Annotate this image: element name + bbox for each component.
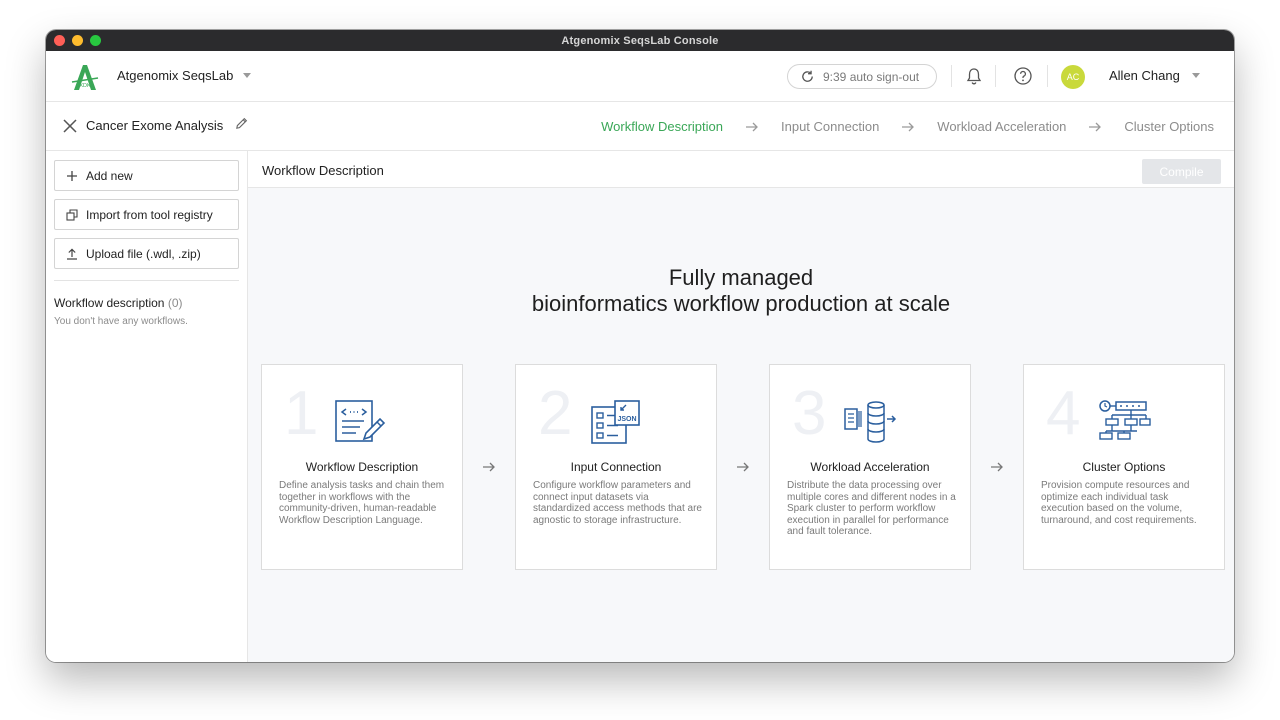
upload-file-button[interactable]: Upload file (.wdl, .zip) <box>54 238 239 269</box>
add-new-button[interactable]: Add new <box>54 160 239 191</box>
json-form-icon: JSON <box>591 400 640 444</box>
divider <box>995 65 996 87</box>
workflow-list-heading: Workflow description (0) <box>54 296 239 310</box>
window-title: Atgenomix SeqsLab Console <box>561 34 719 47</box>
project-bar: Cancer Exome Analysis Workflow Descripti… <box>46 102 1234 151</box>
step-workflow-description[interactable]: Workflow Description <box>601 119 723 134</box>
feature-card: 4 Cluster Options Provision compute reso… <box>1023 364 1225 570</box>
code-document-icon <box>335 400 386 442</box>
card-title: Input Connection <box>570 460 662 474</box>
feature-card: 1 Workflow Description Define analysis t… <box>261 364 463 570</box>
content-panel: Workflow Description Compile Fully manag… <box>248 151 1234 662</box>
card-description: Define analysis tasks and chain them tog… <box>279 480 445 526</box>
compile-button[interactable]: Compile <box>1142 159 1221 184</box>
auto-signout-timer[interactable]: 9:39 auto sign-out <box>787 64 937 89</box>
app-window: Atgenomix SeqsLab Console XDK Atgenomix … <box>46 30 1234 662</box>
window-close-button[interactable] <box>54 35 65 46</box>
feature-card: 3 Workload Acceleration Distribute the d… <box>769 364 971 570</box>
window-controls <box>54 35 101 46</box>
main-area: Add new Import from tool registry Upload… <box>46 151 1234 662</box>
feature-cards: 1 Workflow Description Define analysis t… <box>261 364 1225 570</box>
signout-text: 9:39 auto sign-out <box>823 69 920 84</box>
app-switcher[interactable]: Atgenomix SeqsLab <box>117 68 252 83</box>
app-name: Atgenomix SeqsLab <box>117 68 234 83</box>
card-description: Configure workflow parameters and connec… <box>533 480 702 526</box>
step-cluster-options[interactable]: Cluster Options <box>1124 119 1214 134</box>
content-title: Workflow Description <box>262 163 384 178</box>
import-registry-label: Import from tool registry <box>86 207 213 222</box>
card-number: 1 <box>284 379 319 448</box>
close-icon[interactable] <box>62 118 78 134</box>
arrow-right-icon <box>463 461 515 473</box>
arrow-right-icon <box>1088 121 1102 133</box>
hero-line-2: bioinformatics workflow production at sc… <box>531 291 951 316</box>
atgenomix-logo-icon[interactable]: XDK <box>70 62 100 92</box>
arrow-right-icon <box>901 121 915 133</box>
upload-file-label: Upload file (.wdl, .zip) <box>86 246 201 261</box>
project-name: Cancer Exome Analysis <box>86 118 224 133</box>
avatar[interactable]: AC <box>1061 65 1085 89</box>
chevron-down-icon <box>243 73 252 78</box>
help-icon[interactable] <box>1013 66 1033 86</box>
arrow-right-icon <box>971 461 1023 473</box>
database-process-icon <box>844 401 897 443</box>
chevron-down-icon <box>1191 73 1200 78</box>
card-title: Workflow Description <box>305 460 419 474</box>
svg-text:XDK: XDK <box>79 83 91 89</box>
step-workload-acceleration[interactable]: Workload Acceleration <box>937 119 1066 134</box>
card-description: Provision compute resources and optimize… <box>1041 480 1197 526</box>
arrow-right-icon <box>745 121 759 133</box>
step-input-connection[interactable]: Input Connection <box>781 119 879 134</box>
json-label: JSON <box>617 416 636 423</box>
workflow-empty-text: You don't have any workflows. <box>54 316 188 327</box>
card-number: 2 <box>538 379 573 448</box>
copy-icon <box>66 208 78 221</box>
top-navbar: XDK Atgenomix SeqsLab 9:39 auto sign-out… <box>46 51 1234 102</box>
divider <box>951 65 952 87</box>
arrow-right-icon <box>717 461 769 473</box>
refresh-icon <box>802 70 813 82</box>
card-number: 4 <box>1046 379 1081 448</box>
card-title: Cluster Options <box>1082 460 1166 474</box>
workflow-steps: Workflow Description Input Connection Wo… <box>601 119 1214 134</box>
upload-icon <box>67 247 77 260</box>
cluster-tree-icon <box>1099 400 1151 440</box>
sidebar: Add new Import from tool registry Upload… <box>46 151 248 662</box>
hero-heading: Fully managed bioinformatics workflow pr… <box>248 265 1234 317</box>
workflow-count: (0) <box>167 296 183 310</box>
card-description: Distribute the data processing over mult… <box>787 480 956 538</box>
content-header: Workflow Description Compile <box>248 151 1234 188</box>
window-titlebar: Atgenomix SeqsLab Console <box>46 30 1234 51</box>
feature-card: 2 JSON Input Connection Configure workfl… <box>515 364 717 570</box>
window-maximize-button[interactable] <box>90 35 101 46</box>
edit-pencil-icon[interactable] <box>234 116 249 131</box>
sidebar-divider <box>54 280 239 281</box>
user-name: Allen Chang <box>1109 68 1180 83</box>
add-new-label: Add new <box>86 168 133 183</box>
workflow-heading-text: Workflow description <box>54 296 165 310</box>
plus-icon <box>67 170 77 181</box>
hero-line-1: Fully managed <box>668 265 814 290</box>
card-number: 3 <box>792 379 827 448</box>
divider <box>1047 65 1048 87</box>
user-menu[interactable]: Allen Chang <box>1109 68 1200 83</box>
import-registry-button[interactable]: Import from tool registry <box>54 199 239 230</box>
window-minimize-button[interactable] <box>72 35 83 46</box>
bell-icon[interactable] <box>964 66 984 86</box>
card-title: Workload Acceleration <box>810 460 930 474</box>
